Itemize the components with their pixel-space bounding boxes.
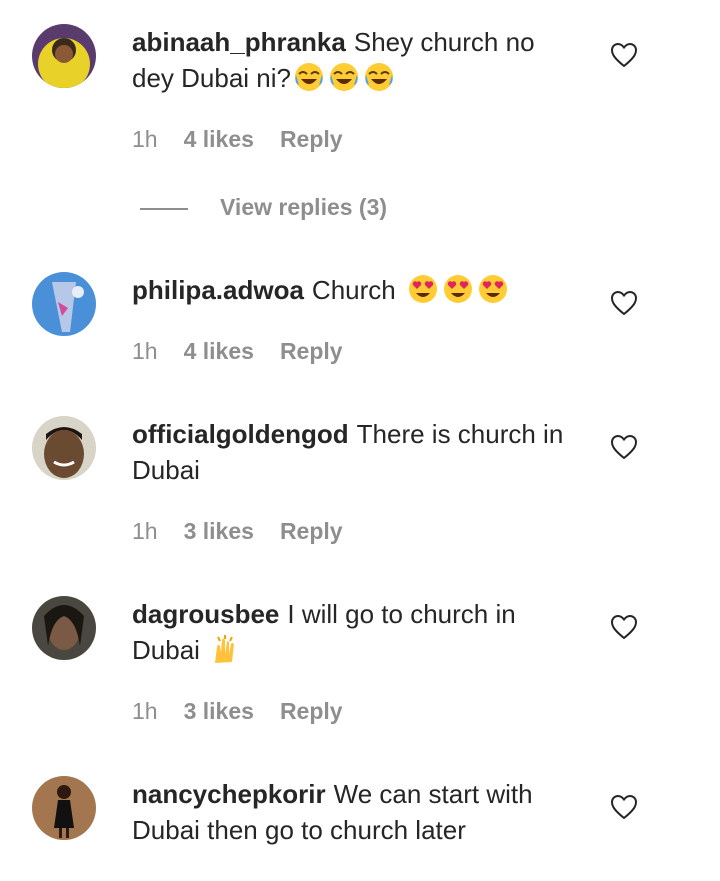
comment-time: 1h [132, 698, 158, 724]
heart-outline-icon[interactable] [610, 434, 638, 460]
face-with-tears-of-joy-icon [363, 61, 395, 93]
comment-time: 1h [132, 518, 158, 544]
comment-body: Church [311, 275, 396, 305]
comment-username[interactable]: officialgoldengod [132, 419, 349, 449]
comment-time: 1h [132, 338, 158, 364]
avatar[interactable] [32, 272, 96, 336]
comment-meta: 1h 4 likes Reply [132, 338, 369, 365]
avatar[interactable] [32, 24, 96, 88]
comment-likes[interactable]: 3 likes [184, 518, 254, 544]
smiling-face-with-heart-eyes-icon [442, 273, 474, 305]
comment-text-block: officialgoldengod There is church in Duba… [132, 416, 572, 488]
comment-text-block: dagrousbee I will go to church in Dubai [132, 596, 572, 668]
view-replies-label: View replies (3) [220, 194, 388, 220]
smiling-face-with-heart-eyes-icon [477, 273, 509, 305]
comment-likes[interactable]: 4 likes [184, 126, 254, 152]
reply-button[interactable]: Reply [280, 126, 343, 152]
smiling-face-with-heart-eyes-icon [407, 273, 439, 305]
comment-item: philipa.adwoa Church 1h 4 likes Reply [0, 272, 720, 382]
face-with-tears-of-joy-icon [328, 61, 360, 93]
comment-username[interactable]: dagrousbee [132, 599, 279, 629]
face-with-tears-of-joy-icon [293, 61, 325, 93]
heart-outline-icon[interactable] [610, 614, 638, 640]
comment-item: nancychepkorir We can start with Dubai th… [0, 776, 720, 881]
reply-button[interactable]: Reply [280, 518, 343, 544]
comment-username[interactable]: nancychepkorir [132, 779, 326, 809]
comment-text-block: philipa.adwoa Church [132, 272, 572, 308]
raising-hands-icon [211, 633, 243, 665]
avatar[interactable] [32, 776, 96, 840]
comment-text-block: nancychepkorir We can start with Dubai th… [132, 776, 572, 848]
reply-button[interactable]: Reply [280, 338, 343, 364]
comment-meta: 1h 4 likes Reply [132, 126, 369, 153]
comment-username[interactable]: abinaah_phranka [132, 27, 346, 57]
comment-likes[interactable]: 4 likes [184, 338, 254, 364]
avatar[interactable] [32, 596, 96, 660]
comment-meta: 1h 3 likes Reply [132, 698, 369, 725]
comment-item: dagrousbee I will go to church in Dubai 1… [0, 596, 720, 736]
comment-username[interactable]: philipa.adwoa [132, 275, 304, 305]
avatar[interactable] [32, 416, 96, 480]
heart-outline-icon[interactable] [610, 290, 638, 316]
heart-outline-icon[interactable] [610, 42, 638, 68]
divider-line [140, 208, 188, 210]
comment-text-block: abinaah_phranka Shey church no dey Dubai … [132, 24, 572, 96]
heart-outline-icon[interactable] [610, 794, 638, 820]
comment-time: 1h [132, 126, 158, 152]
reply-button[interactable]: Reply [280, 698, 343, 724]
comment-meta: 1h 3 likes Reply [132, 518, 369, 545]
comment-likes[interactable]: 3 likes [184, 698, 254, 724]
comment-item: officialgoldengod There is church in Duba… [0, 416, 720, 556]
